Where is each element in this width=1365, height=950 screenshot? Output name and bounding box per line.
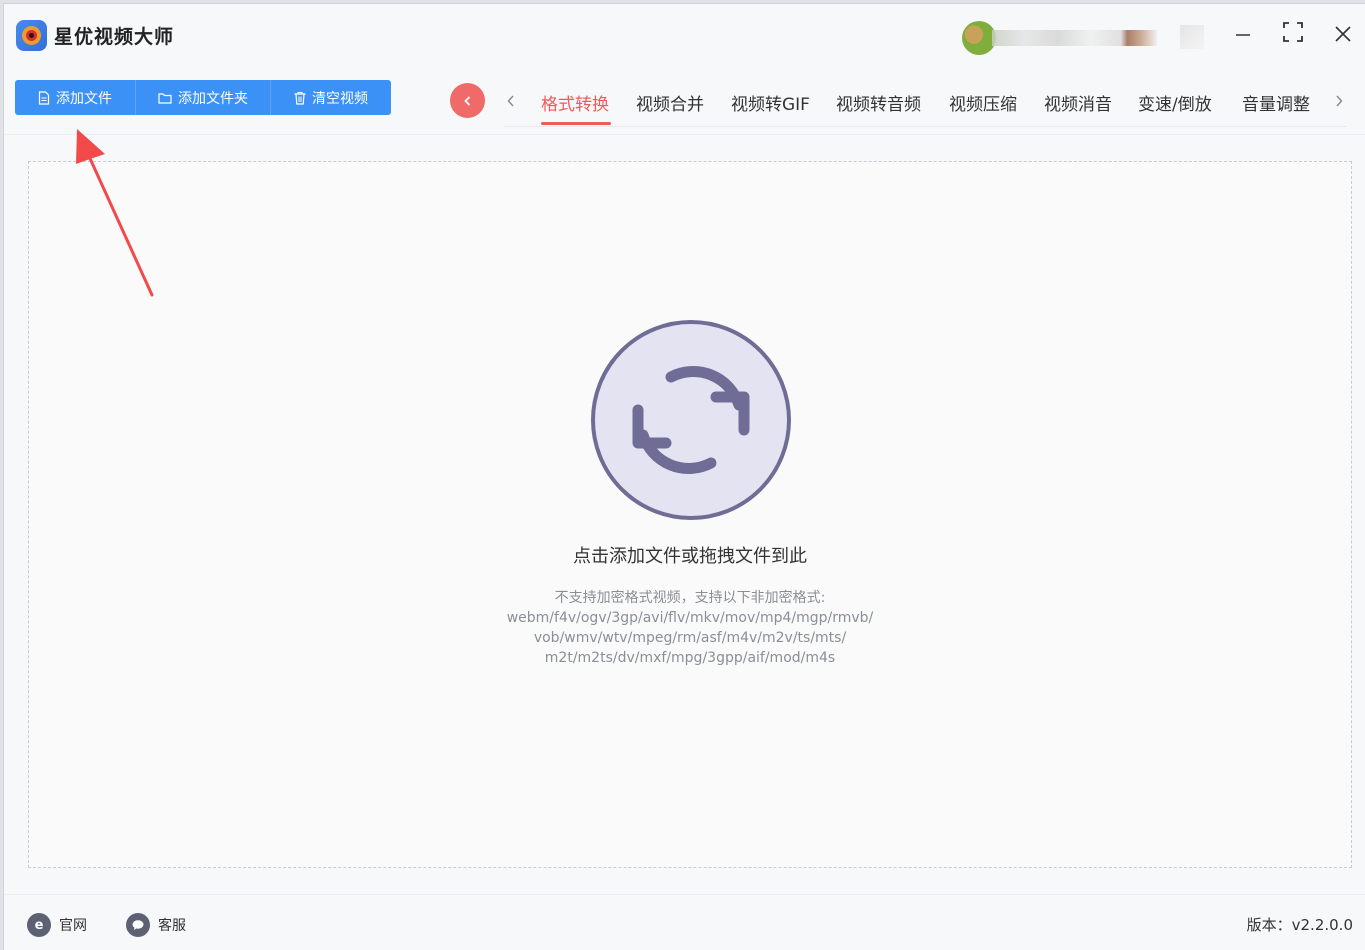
maximize-button[interactable] <box>1276 19 1310 53</box>
trash-icon <box>294 91 306 105</box>
close-button[interactable] <box>1326 19 1360 53</box>
notice-line: vob/wmv/wtv/mpeg/rm/asf/m4v/m2v/ts/mts/ <box>533 630 847 646</box>
tab-video-to-audio[interactable]: 视频转音频 <box>836 90 921 115</box>
folder-icon <box>158 92 172 104</box>
vip-badge-redacted <box>1180 25 1204 49</box>
toolbar-divider <box>4 134 1365 135</box>
ie-icon: e <box>27 913 51 937</box>
tab-video-compress[interactable]: 视频压缩 <box>949 90 1017 115</box>
collapse-button[interactable] <box>450 83 485 118</box>
close-icon <box>1335 26 1351 42</box>
notice-line: webm/f4v/ogv/3gp/avi/flv/mkv/mov/mp4/mgp… <box>506 610 874 626</box>
clear-videos-button[interactable]: 清空视频 <box>271 80 391 115</box>
add-file-label: 添加文件 <box>56 90 112 107</box>
website-link[interactable]: e 官网 <box>27 912 87 938</box>
add-folder-button[interactable]: 添加文件夹 <box>136 80 271 115</box>
tabs-next-button[interactable] <box>1331 90 1347 112</box>
title-bar: 星优视频大师 <box>4 4 1365 66</box>
tabs-prev-button[interactable] <box>503 90 519 112</box>
customer-service-link[interactable]: 客服 <box>126 912 186 938</box>
tab-volume-adjust[interactable]: 音量调整 <box>1242 90 1310 115</box>
clear-videos-label: 清空视频 <box>312 90 368 107</box>
drop-prompt: 点击添加文件或拖拽文件到此 <box>573 546 807 567</box>
avatar[interactable] <box>962 21 996 55</box>
toolbar: 添加文件 添加文件夹 清空视频 <box>15 80 391 115</box>
tab-format-convert[interactable]: 格式转换 <box>541 90 609 115</box>
add-file-button[interactable]: 添加文件 <box>15 80 136 115</box>
chevron-left-icon <box>507 95 514 107</box>
tab-speed-reverse[interactable]: 变速/倒放 <box>1138 90 1212 115</box>
active-tab-indicator <box>541 122 611 125</box>
fullscreen-icon <box>1283 22 1303 42</box>
tab-video-to-gif[interactable]: 视频转GIF <box>731 90 810 115</box>
minimize-icon <box>1236 34 1250 36</box>
feature-tabs: 格式转换 视频合并 视频转GIF 视频转音频 视频压缩 视频消音 变速/倒放 音… <box>504 80 1346 127</box>
add-folder-label: 添加文件夹 <box>178 90 248 107</box>
chat-icon <box>126 913 150 937</box>
tab-video-mute[interactable]: 视频消音 <box>1044 90 1112 115</box>
username-redacted <box>992 30 1157 46</box>
file-drop-zone[interactable]: 点击添加文件或拖拽文件到此 不支持加密格式视频，支持以下非加密格式: webm/… <box>28 161 1352 868</box>
notice-line: m2t/m2ts/dv/mxf/mpg/3gpp/aif/mod/m4s <box>544 650 836 666</box>
chevron-left-icon <box>463 95 470 106</box>
support-label: 客服 <box>158 918 186 934</box>
notice-line: 不支持加密格式视频，支持以下非加密格式: <box>554 590 826 606</box>
minimize-button[interactable] <box>1226 19 1260 53</box>
footer-divider <box>4 894 1365 895</box>
app-logo <box>16 20 47 51</box>
supported-formats-notice: 不支持加密格式视频，支持以下非加密格式: webm/f4v/ogv/3gp/av… <box>29 588 1351 668</box>
tab-video-merge[interactable]: 视频合并 <box>636 90 704 115</box>
app-window: 星优视频大师 添加文件 添加文件夹 清空视频 格式转换 视频合并 视频转GIF … <box>3 3 1365 950</box>
website-label: 官网 <box>59 918 87 934</box>
refresh-icon[interactable] <box>591 320 791 520</box>
chevron-right-icon <box>1336 95 1343 107</box>
version-label: 版本：v2.2.0.0 <box>1246 916 1353 934</box>
app-title: 星优视频大师 <box>54 26 175 48</box>
document-icon <box>38 90 50 105</box>
